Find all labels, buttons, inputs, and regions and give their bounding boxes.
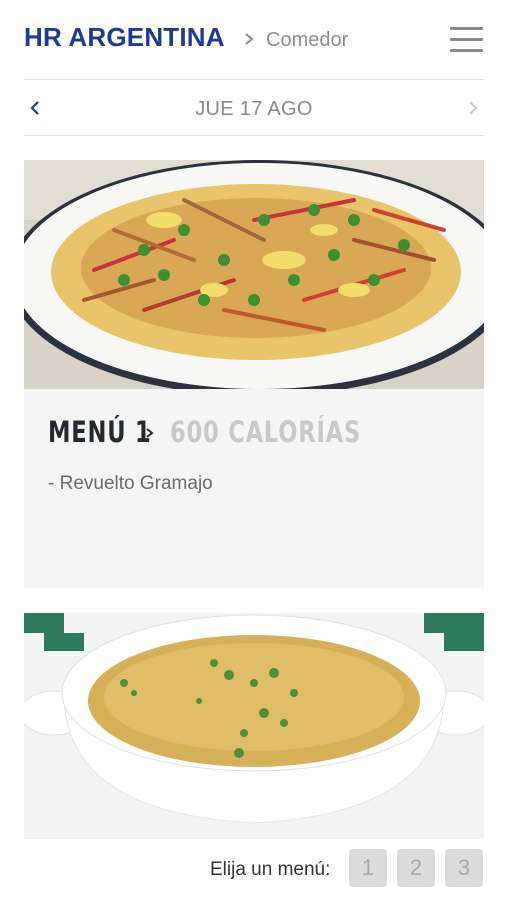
divider [24,135,484,136]
app-header: HR ARGENTINA Comedor [0,0,506,80]
dish-item: - Revuelto Gramajo [48,473,213,494]
menu-card-1[interactable]: MENÚ 1 600 CALORÍAS - Revuelto Gramajo [24,160,484,588]
menu-card-2[interactable] [24,613,484,839]
breadcrumb-section: Comedor [266,29,349,51]
chevron-right-icon [245,33,254,45]
menu-card-body: MENÚ 1 600 CALORÍAS - Revuelto Gramajo [24,389,484,588]
chevron-right-icon[interactable] [462,96,484,120]
menu-option-3[interactable]: 3 [445,849,483,887]
menu-option-2[interactable]: 2 [397,849,435,887]
soup-bowl-photo [24,613,484,839]
current-date: JUE 17 AGO [195,98,313,120]
revuelto-gramajo-photo [24,160,484,389]
hamburger-icon[interactable] [450,27,484,53]
menu-title: MENÚ 1 [48,415,152,449]
chevron-right-icon [146,428,154,438]
date-navigator: JUE 17 AGO [24,80,484,135]
picker-label: Elija un menú: [210,859,331,880]
brand-title[interactable]: HR ARGENTINA [24,22,225,53]
menu-calories: 600 CALORÍAS [170,415,362,449]
menu-option-1[interactable]: 1 [349,849,387,887]
menu-picker: Elija un menú: 1 2 3 [0,849,506,889]
